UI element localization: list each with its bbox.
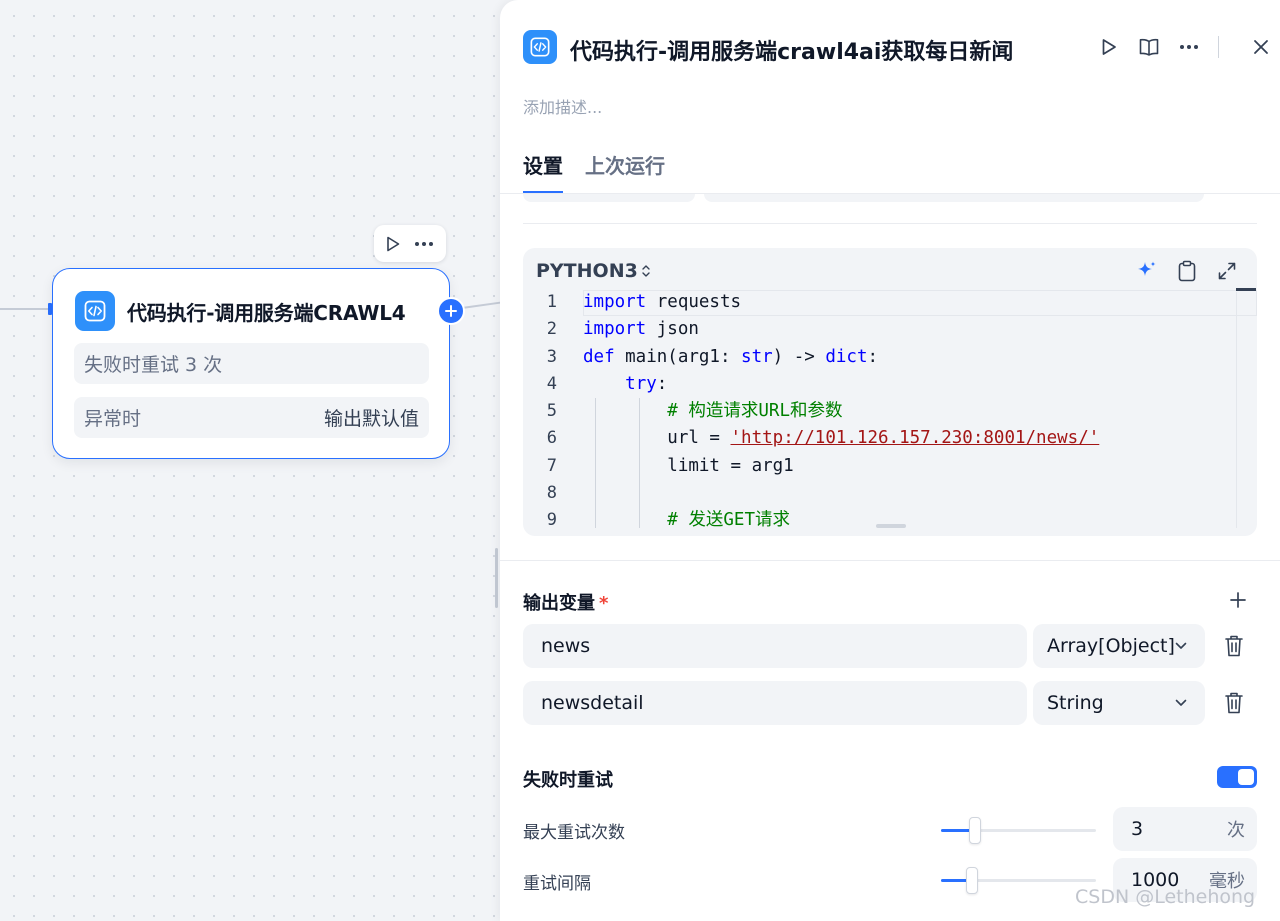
output-var-name-input[interactable]: news xyxy=(523,624,1027,668)
line-number: 9 xyxy=(546,510,557,531)
clipboard-icon[interactable] xyxy=(1176,259,1198,283)
add-output-var-icon[interactable] xyxy=(1228,590,1248,614)
node-toolbar xyxy=(374,225,446,262)
output-var-type-select[interactable]: String xyxy=(1033,681,1205,725)
node-error-info: 异常时 输出默认值 xyxy=(74,397,429,438)
node-settings-panel: 代码执行-调用服务端crawl4ai获取每日新闻 添加描述... 设置 上次运行… xyxy=(500,0,1280,921)
book-icon[interactable] xyxy=(1138,33,1160,61)
line-number: 1 xyxy=(546,292,557,312)
retry-interval-slider[interactable] xyxy=(941,867,1096,894)
line-number: 8 xyxy=(546,483,557,504)
plus-icon xyxy=(445,305,457,317)
code-line: 2 import json xyxy=(523,316,1233,343)
slider-thumb[interactable] xyxy=(966,867,978,894)
node-retry-text: 失败时重试 3 次 xyxy=(84,354,223,376)
code-line: 7 limit = arg1 xyxy=(523,453,1233,480)
code-node-card[interactable]: 代码执行-调用服务端CRAWL4 失败时重试 3 次 异常时 输出默认值 xyxy=(52,268,465,459)
ai-sparkle-icon[interactable] xyxy=(1136,259,1158,283)
line-number: 7 xyxy=(546,455,557,476)
code-line: 6 url = 'http://101.126.157.230:8001/new… xyxy=(523,425,1233,452)
code-editor[interactable]: PYTHON3 1 import requests 2 import json 3d… xyxy=(523,248,1257,536)
code-line: 4 try: xyxy=(523,371,1233,398)
chevron-down-icon xyxy=(1175,642,1187,649)
code-icon xyxy=(523,30,557,64)
line-number: 2 xyxy=(546,319,557,340)
toolbar-divider xyxy=(1218,36,1219,58)
close-icon[interactable] xyxy=(1250,36,1272,62)
add-next-node-button[interactable] xyxy=(437,297,465,325)
watermark: CSDN @Lethehong xyxy=(1075,886,1256,908)
panel-title[interactable]: 代码执行-调用服务端crawl4ai获取每日新闻 xyxy=(570,34,1013,66)
code-line: 9 # 发送GET请求 xyxy=(523,507,1233,534)
input-var-field-partial xyxy=(523,194,695,202)
slider-thumb[interactable] xyxy=(969,817,981,844)
line-number: 6 xyxy=(546,428,557,449)
retry-toggle[interactable] xyxy=(1217,766,1257,788)
required-mark: * xyxy=(599,593,609,614)
workflow-edge-in xyxy=(0,308,52,310)
code-line: 3 def main(arg1: str) -> dict: xyxy=(523,344,1233,371)
run-icon[interactable] xyxy=(1098,33,1120,61)
panel-resize-handle[interactable] xyxy=(495,548,498,608)
line-number: 5 xyxy=(546,401,557,422)
expand-icon[interactable] xyxy=(1216,259,1238,283)
node-error-label: 异常时 xyxy=(84,408,142,430)
delete-var-icon[interactable] xyxy=(1223,691,1245,719)
code-lines[interactable]: 1 import requests 2 import json 3 def main(… xyxy=(523,289,1233,535)
run-node-icon[interactable] xyxy=(386,236,400,252)
max-retries-label: 最大重试次数 xyxy=(523,823,625,843)
tab-settings[interactable]: 设置 xyxy=(523,150,563,194)
section-divider xyxy=(500,560,1280,561)
chevron-up-down-icon xyxy=(642,265,650,277)
vertical-scrollbar[interactable] xyxy=(1236,292,1237,528)
horizontal-scrollbar[interactable] xyxy=(876,524,906,528)
code-line: 1 import requests xyxy=(523,289,1233,316)
node-retry-info: 失败时重试 3 次 xyxy=(74,343,429,384)
panel-actions xyxy=(1098,33,1219,61)
panel-tabs: 设置 上次运行 xyxy=(523,150,665,194)
language-label: PYTHON3 xyxy=(536,260,638,282)
input-var-value-partial xyxy=(704,194,1204,202)
retry-title: 失败时重试 xyxy=(523,770,613,791)
editor-tools xyxy=(1136,259,1238,283)
max-retries-slider[interactable] xyxy=(941,817,1096,844)
code-icon xyxy=(75,291,115,331)
node-title: 代码执行-调用服务端CRAWL4 xyxy=(127,301,406,325)
delete-var-icon[interactable] xyxy=(1223,634,1245,662)
tab-last-run[interactable]: 上次运行 xyxy=(585,150,665,194)
output-vars-title: 输出变量 * xyxy=(523,593,609,614)
line-number: 4 xyxy=(546,373,557,394)
output-var-name-input[interactable]: newsdetail xyxy=(523,681,1027,725)
output-var-type-select[interactable]: Array[Object] xyxy=(1033,624,1205,668)
language-select[interactable]: PYTHON3 xyxy=(536,260,651,282)
more-options-icon[interactable] xyxy=(414,241,434,247)
section-divider xyxy=(523,223,1257,224)
workflow-edge-out xyxy=(461,301,502,309)
retry-interval-label: 重试间隔 xyxy=(523,874,591,894)
line-number: 3 xyxy=(546,346,557,367)
scroll-marker xyxy=(1236,288,1256,291)
description-input[interactable]: 添加描述... xyxy=(523,94,602,118)
code-line: 5 # 构造请求URL和参数 xyxy=(523,398,1233,425)
chevron-down-icon xyxy=(1175,699,1187,706)
max-retries-input[interactable]: 3 次 xyxy=(1113,807,1257,851)
node-error-value: 输出默认值 xyxy=(323,408,419,430)
code-line: 8 xyxy=(523,480,1233,507)
more-icon[interactable] xyxy=(1178,33,1200,61)
